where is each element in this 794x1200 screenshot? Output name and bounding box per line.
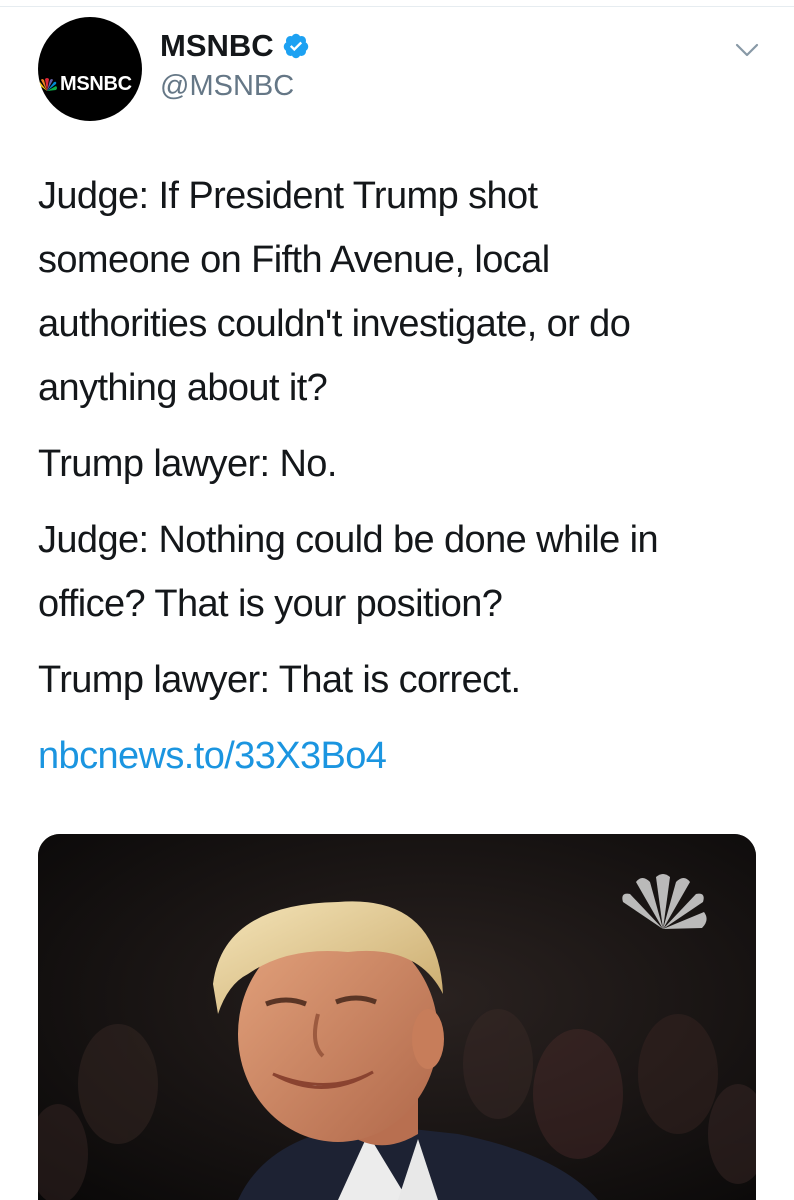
avatar[interactable]: MSNBC (38, 17, 142, 121)
display-name[interactable]: MSNBC (160, 28, 274, 64)
tweet-line: authorities couldn't investigate, or do (38, 303, 631, 345)
verified-badge-icon (283, 33, 308, 59)
divider (0, 6, 794, 7)
tweet-link[interactable]: nbcnews.to/33X3Bo4 (38, 735, 387, 777)
author-handle[interactable]: @MSNBC (160, 70, 294, 103)
tweet-page: MSNBC MSNBC @MSNBC Judge: If President T… (0, 0, 794, 1200)
tweet-line: anything about it? (38, 367, 328, 409)
video-frame-image (38, 834, 756, 1200)
tweet-line: Trump lawyer: No. (38, 443, 337, 485)
chevron-down-icon[interactable] (734, 40, 760, 60)
author-name-row[interactable]: MSNBC (160, 28, 310, 64)
tweet-line: someone on Fifth Avenue, local (38, 239, 550, 281)
tweet-line: office? That is your position? (38, 583, 503, 625)
avatar-label: MSNBC (60, 73, 132, 95)
tweet-line: Judge: Nothing could be done while in (38, 519, 659, 561)
video-thumbnail[interactable] (38, 834, 756, 1200)
tweet-line: Trump lawyer: That is correct. (38, 659, 521, 701)
tweet-text: Judge: If President Trump shot someone o… (38, 164, 758, 788)
tweet-line: Judge: If President Trump shot (38, 175, 538, 217)
avatar-logo: MSNBC (38, 73, 132, 96)
nbc-peacock-icon (38, 77, 57, 91)
